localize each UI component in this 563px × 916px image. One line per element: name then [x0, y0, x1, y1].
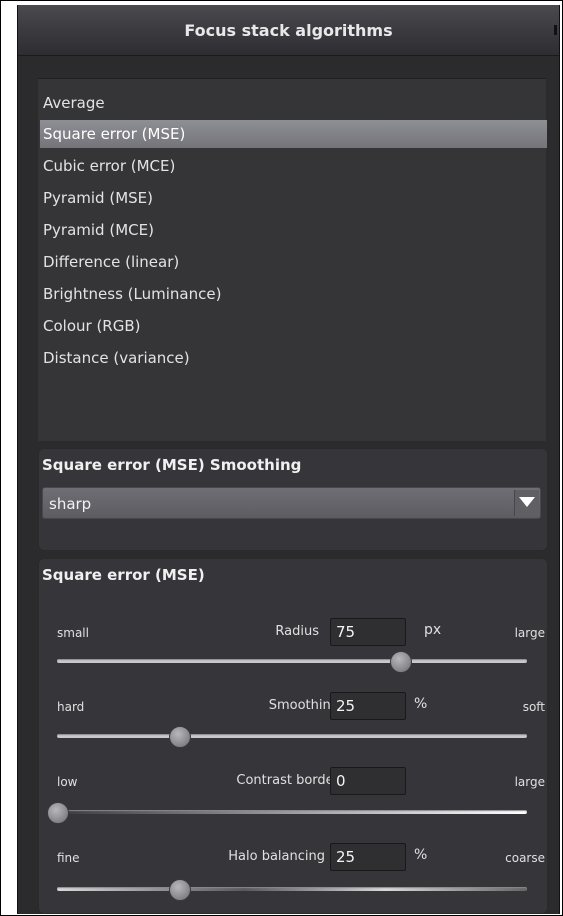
list-item-colour-rgb[interactable]: Colour (RGB): [43, 312, 140, 340]
list-item-brightness-luminance[interactable]: Brightness (Luminance): [43, 280, 221, 308]
smoothing-group-title: Square error (MSE) Smoothing: [42, 456, 302, 474]
contrast-border-slider-row: low Contrast border 0 large: [39, 767, 547, 835]
contrast-border-slider-track[interactable]: [57, 810, 527, 814]
algorithm-list[interactable]: Average Square error (MSE) Cubic error (…: [38, 78, 547, 441]
radius-label: Radius: [275, 624, 319, 639]
parameters-group-title: Square error (MSE): [42, 566, 205, 584]
smoothing-select[interactable]: sharp: [42, 487, 541, 519]
halo-balancing-max-label: coarse: [505, 851, 545, 865]
list-item-difference-linear[interactable]: Difference (linear): [43, 248, 179, 276]
halo-balancing-min-label: fine: [57, 851, 80, 865]
list-item-square-error-mse[interactable]: Square error (MSE): [40, 120, 547, 148]
contrast-border-label: Contrast border: [236, 773, 339, 788]
smoothing-slider-track[interactable]: [57, 734, 527, 738]
smoothing-group: Square error (MSE) Smoothing sharp: [38, 448, 548, 551]
radius-slider-thumb[interactable]: [390, 651, 413, 673]
smoothing-input[interactable]: 25: [330, 692, 406, 720]
halo-balancing-unit: %: [414, 847, 428, 863]
radius-unit: px: [424, 622, 442, 638]
list-item-distance-variance[interactable]: Distance (variance): [43, 344, 190, 372]
panel-title: Focus stack algorithms: [184, 20, 393, 40]
smoothing-label: Smoothing: [268, 698, 339, 713]
smoothing-slider-row: hard Smoothing 25 % soft: [39, 692, 547, 760]
focus-stack-panel: Focus stack algorithms Average Square er…: [17, 5, 560, 914]
list-item-pyramid-mce[interactable]: Pyramid (MCE): [43, 216, 154, 244]
halo-balancing-slider-row: fine Halo balancing 25 % coarse: [39, 843, 547, 911]
chevron-down-icon: [519, 497, 535, 507]
smoothing-min-label: hard: [57, 700, 85, 714]
radius-min-label: small: [57, 626, 89, 640]
contrast-border-slider-thumb[interactable]: [47, 802, 69, 824]
radius-slider-track[interactable]: [57, 659, 527, 663]
panel-title-bar: Focus stack algorithms: [18, 5, 559, 56]
halo-balancing-slider-thumb[interactable]: [169, 879, 192, 901]
halo-balancing-slider-track[interactable]: [57, 887, 527, 891]
radius-input[interactable]: 75: [330, 618, 406, 646]
contrast-border-input[interactable]: 0: [330, 767, 406, 795]
contrast-border-min-label: low: [57, 775, 78, 789]
halo-balancing-label: Halo balancing: [228, 849, 325, 864]
smoothing-select-value: sharp: [49, 495, 92, 513]
smoothing-slider-thumb[interactable]: [169, 726, 192, 748]
list-item-average[interactable]: Average: [43, 89, 105, 117]
parameters-group: Square error (MSE) small Radius 75 px la…: [38, 558, 548, 914]
smoothing-unit: %: [414, 696, 428, 712]
halo-balancing-input[interactable]: 25: [330, 843, 406, 871]
title-bar-edge: [554, 25, 557, 35]
list-item-cubic-error-mce[interactable]: Cubic error (MCE): [43, 152, 175, 180]
dropdown-button[interactable]: [514, 490, 539, 516]
contrast-border-max-label: large: [514, 775, 545, 789]
radius-slider-row: small Radius 75 px large: [39, 618, 547, 686]
radius-max-label: large: [514, 626, 545, 640]
list-item-pyramid-mse[interactable]: Pyramid (MSE): [43, 184, 153, 212]
smoothing-max-label: soft: [522, 700, 545, 714]
